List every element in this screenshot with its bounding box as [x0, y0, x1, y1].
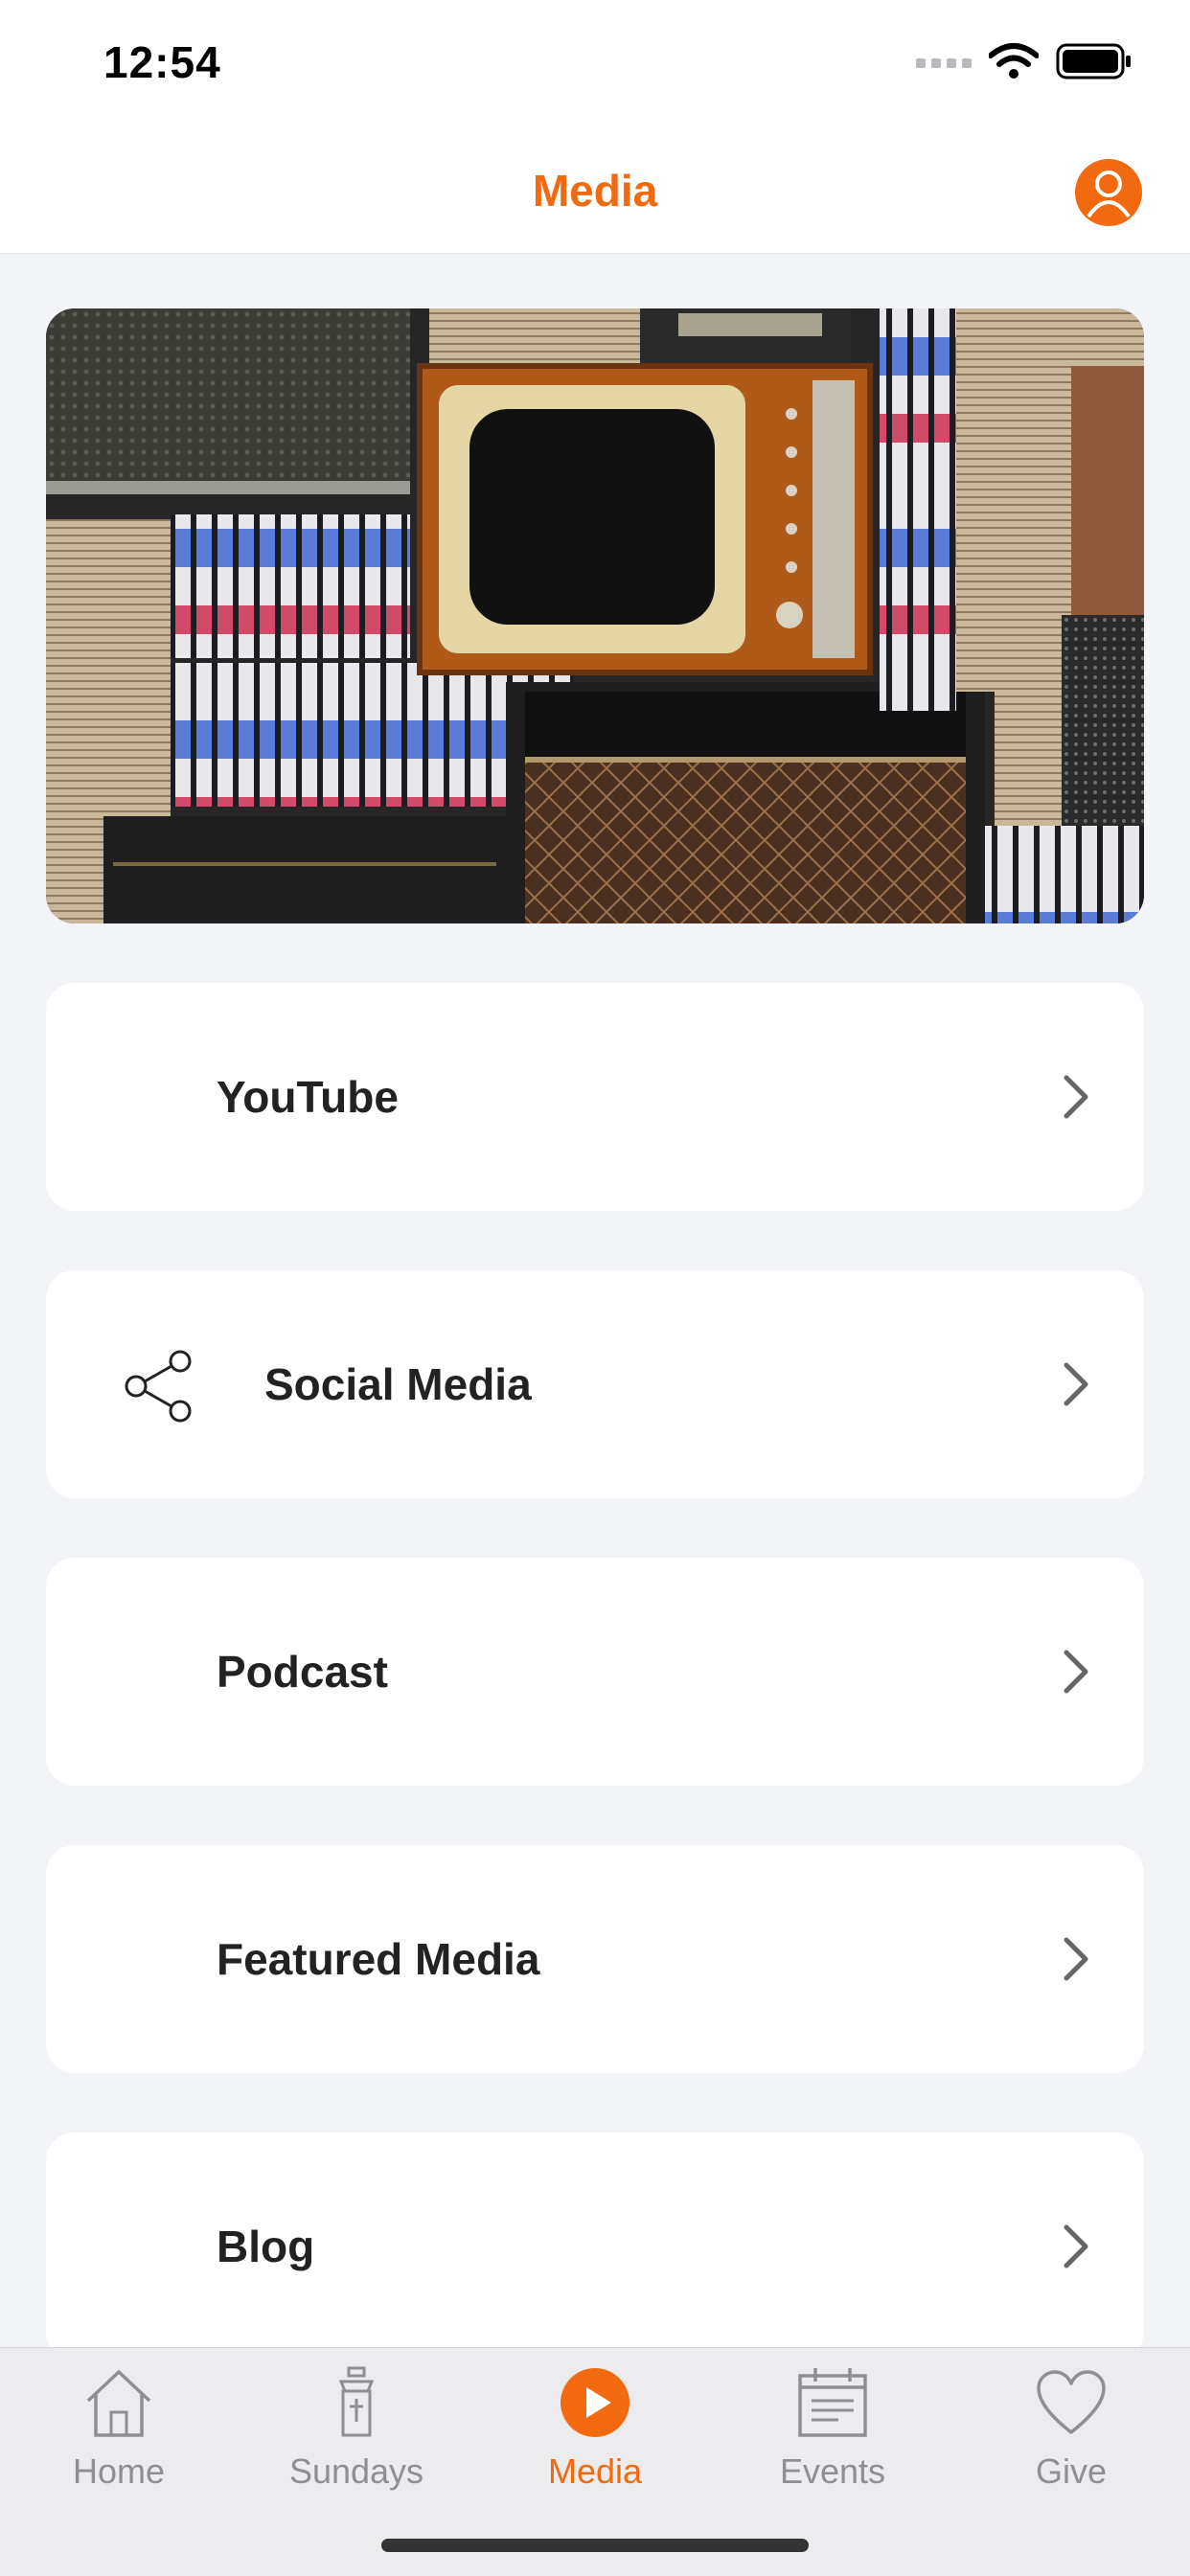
navigation-bar: Media: [0, 134, 1190, 254]
tab-label: Home: [72, 2451, 166, 2491]
menu-item-youtube[interactable]: YouTube: [46, 983, 1144, 1211]
tab-events[interactable]: Events: [714, 2363, 951, 2507]
tab-sundays[interactable]: Sundays: [238, 2363, 475, 2507]
tab-label: Give: [1035, 2451, 1108, 2491]
play-circle-icon: [561, 2368, 629, 2437]
menu-item-podcast[interactable]: Podcast: [46, 1558, 1144, 1786]
tab-label: Sundays: [288, 2451, 424, 2491]
profile-button[interactable]: [1075, 159, 1142, 226]
status-bar: 12:54: [0, 0, 1190, 134]
church-icon: [338, 2366, 375, 2437]
person-circle-icon: [1087, 171, 1131, 218]
wifi-icon: [989, 43, 1039, 79]
tab-label: Events: [779, 2451, 886, 2491]
menu-item-label: Podcast: [217, 1647, 388, 1697]
menu-item-label: Blog: [217, 2222, 315, 2271]
tab-home[interactable]: Home: [0, 2363, 238, 2507]
menu-item-label: Social Media: [264, 1359, 532, 1409]
status-time: 12:54: [103, 37, 221, 87]
chevron-right-icon: [1064, 1937, 1088, 1981]
house-icon: [86, 2370, 151, 2437]
chevron-right-icon: [1064, 1362, 1088, 1406]
tab-media[interactable]: Media: [476, 2363, 714, 2507]
tab-label: Media: [547, 2451, 643, 2491]
share-icon: [125, 1350, 192, 1423]
cellular-signal-icon: [916, 58, 972, 68]
home-indicator[interactable]: [381, 2539, 809, 2552]
menu-item-social-media[interactable]: Social Media: [46, 1270, 1144, 1498]
chevron-right-icon: [1064, 1075, 1088, 1119]
menu-item-label: Featured Media: [217, 1934, 540, 1984]
hero-image: [46, 308, 1144, 923]
menu-item-blog[interactable]: Blog: [46, 2132, 1144, 2360]
hero-photo: [46, 308, 1144, 923]
page-title: Media: [532, 166, 658, 216]
chevron-right-icon: [1064, 2224, 1088, 2268]
calendar-icon: [798, 2368, 867, 2437]
tab-give[interactable]: Give: [952, 2363, 1190, 2507]
battery-icon: [1056, 43, 1131, 80]
chevron-right-icon: [1064, 1650, 1088, 1694]
menu-item-featured-media[interactable]: Featured Media: [46, 1845, 1144, 2073]
menu-item-label: YouTube: [217, 1072, 399, 1122]
heart-icon: [1037, 2370, 1106, 2434]
status-icons: [916, 42, 1133, 80]
